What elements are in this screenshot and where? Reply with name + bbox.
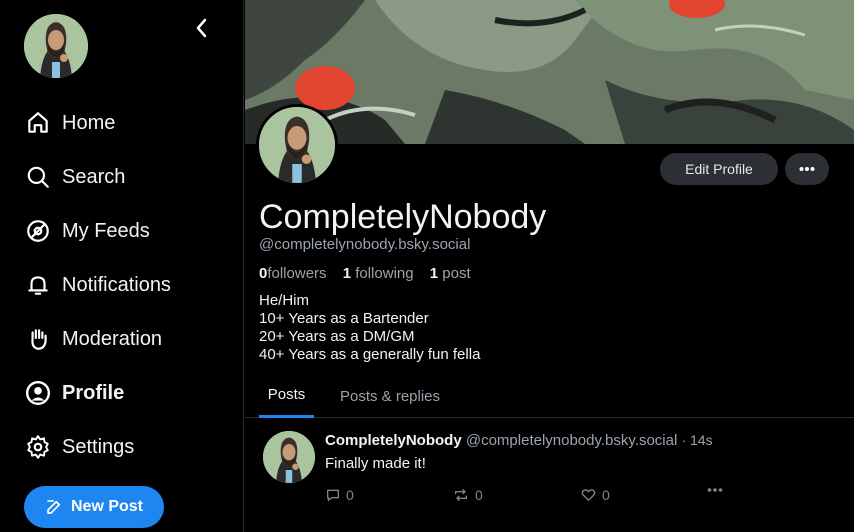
comment-icon	[327, 489, 339, 501]
sidebar-item-label: My Feeds	[62, 219, 150, 242]
bell-icon	[24, 271, 52, 299]
posts-count: 1	[429, 265, 439, 282]
repost-count: 0	[475, 487, 483, 503]
home-icon	[24, 109, 52, 137]
post-text: Finally made it!	[325, 455, 426, 472]
sidebar-item-home[interactable]: Home	[24, 96, 171, 150]
main-content: Edit Profile CompletelyNobody @completel…	[245, 0, 854, 532]
sidebar-item-label: Notifications	[62, 273, 171, 296]
post-author-name[interactable]: CompletelyNobody	[325, 432, 462, 449]
bio-line: 10+ Years as a Bartender	[259, 310, 429, 327]
repost-button[interactable]: 0	[452, 487, 483, 503]
sidebar-item-label: Home	[62, 111, 116, 134]
post-more-button[interactable]	[707, 487, 723, 493]
following-count: 1	[342, 265, 352, 282]
posts-label: post	[442, 265, 471, 282]
following-link[interactable]: 1 following	[343, 265, 414, 282]
profile-banner	[245, 0, 854, 144]
reply-count: 0	[346, 487, 354, 503]
edit-icon	[47, 500, 61, 514]
reply-button[interactable]: 0	[325, 487, 354, 503]
sidebar-item-search[interactable]: Search	[24, 150, 171, 204]
like-button[interactable]: 0	[580, 487, 610, 503]
sidebar-nav: Home Search My Feeds Notifications Moder…	[24, 96, 171, 474]
sidebar: Home Search My Feeds Notifications Moder…	[0, 0, 244, 532]
display-name: CompletelyNobody	[259, 198, 547, 236]
following-label: following	[355, 265, 414, 282]
edit-profile-button[interactable]: Edit Profile	[660, 153, 778, 185]
search-icon	[24, 163, 52, 191]
sidebar-item-settings[interactable]: Settings	[24, 420, 171, 474]
sidebar-item-label: Profile	[62, 381, 125, 404]
sidebar-item-label: Search	[62, 165, 126, 188]
new-post-label: New Post	[70, 498, 143, 515]
post-header: CompletelyNobody @completelynobody.bsky.…	[325, 432, 713, 449]
collapse-sidebar-button[interactable]	[190, 16, 214, 40]
hand-icon	[24, 325, 52, 353]
profile-handle: @completelynobody.bsky.social	[259, 236, 471, 253]
gear-icon	[24, 433, 52, 461]
new-post-button[interactable]: New Post	[24, 486, 164, 528]
user-avatar[interactable]	[24, 14, 88, 78]
profile-avatar[interactable]	[256, 104, 338, 186]
sidebar-item-notifications[interactable]: Notifications	[24, 258, 171, 312]
post-author-avatar[interactable]	[263, 431, 315, 483]
bio-line: 20+ Years as a DM/GM	[259, 328, 415, 345]
tab-posts[interactable]: Posts	[259, 374, 314, 418]
profile-tabs: Posts Posts & replies	[245, 374, 854, 418]
heart-icon	[581, 489, 596, 501]
tab-posts-and-replies[interactable]: Posts & replies	[331, 374, 449, 418]
post-timestamp: · 14s	[681, 432, 713, 448]
repost-icon	[455, 489, 467, 501]
bio-line: He/Him	[259, 292, 310, 309]
sidebar-item-profile[interactable]: Profile	[24, 366, 171, 420]
post-author-handle: @completelynobody.bsky.social	[465, 432, 678, 449]
sidebar-item-label: Moderation	[62, 327, 163, 350]
profile-bio: He/Him 10+ Years as a Bartender 20+ Year…	[259, 292, 480, 364]
profile-stats: 0followers 1 following 1 post	[259, 265, 483, 282]
feeds-icon	[24, 217, 52, 245]
more-options-button[interactable]	[785, 153, 829, 185]
sidebar-item-my-feeds[interactable]: My Feeds	[24, 204, 171, 258]
sidebar-item-label: Settings	[62, 435, 135, 458]
sidebar-item-moderation[interactable]: Moderation	[24, 312, 171, 366]
feed-post[interactable]: CompletelyNobody @completelynobody.bsky.…	[245, 419, 854, 532]
ellipsis-icon	[799, 167, 815, 171]
posts-stat: 1 post	[430, 265, 471, 282]
chevron-left-icon	[196, 18, 207, 38]
post-actions: 0 0 0	[325, 487, 725, 507]
bio-line: 40+ Years as a generally fun fella	[259, 346, 481, 363]
user-icon	[24, 379, 52, 407]
ellipsis-icon	[707, 488, 723, 492]
followers-link[interactable]: 0followers	[259, 265, 327, 282]
followers-label: followers	[267, 265, 327, 282]
like-count: 0	[602, 487, 610, 503]
